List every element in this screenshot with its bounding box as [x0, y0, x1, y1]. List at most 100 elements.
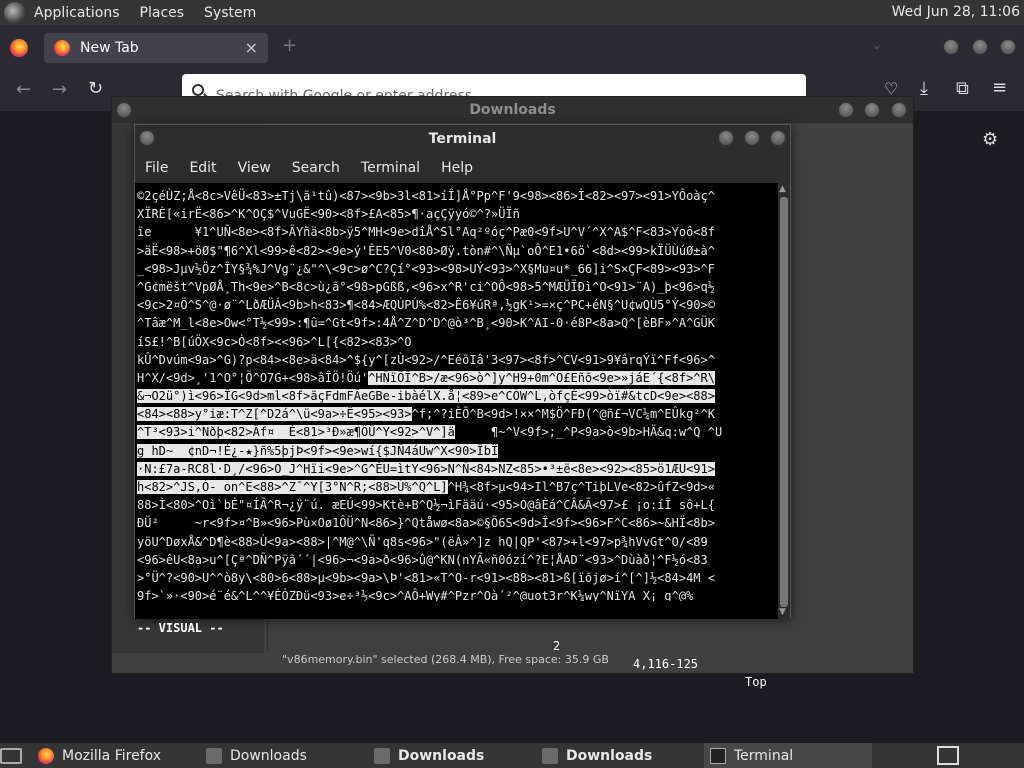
extensions-icon[interactable]: ⧉: [956, 78, 969, 99]
close-window-button[interactable]: [1000, 39, 1016, 55]
terminal-line: <9c>2¤Ö^S^@·ø¨^LðÆÜÁ<9b>h<83>¶<84>ÆQÙPÚ%…: [137, 296, 778, 314]
back-icon[interactable]: ←: [16, 79, 31, 100]
places-menu[interactable]: Places: [140, 5, 185, 21]
terminal-text: ¶~^V<9f>;_^P<9a>ò<9b>HÄ&q:w^Q ^U: [454, 425, 723, 440]
reload-icon[interactable]: ↻: [88, 78, 103, 99]
scroll-up-icon[interactable]: ▲: [779, 184, 786, 194]
workspace-switcher-icon[interactable]: [937, 746, 959, 765]
system-menu[interactable]: System: [204, 5, 256, 21]
taskbar-label: Downloads: [566, 747, 653, 764]
folder-icon: [542, 747, 558, 764]
terminal-window-menu-button[interactable]: [139, 130, 155, 146]
terminal-text: ÐÜ² ~r<9f>¤^B»<96>Pù×Oø1ÔÜ^N<86>}^Qtåwø<…: [137, 516, 715, 531]
downloads-icon[interactable]: ⤓: [920, 78, 928, 99]
clock[interactable]: Wed Jun 28, 11:06: [892, 4, 1020, 20]
scroll-down-icon[interactable]: ▼: [779, 607, 786, 617]
terminal-line: kÛ^Dvúm<9a>^G)?p<84><8e>ä<84>^${y^[zÙ<92…: [137, 351, 778, 369]
terminal-text: ^H¾<8f>µ<94>Il^B7ç^TiþLVe<82>ûfZ<9d>«: [447, 480, 715, 494]
terminal-line: <96>êU<8a>u^[Çª^DÑ^Pÿã´´|<96>¬<9a>ð<96>û…: [137, 551, 778, 569]
list-tabs-icon[interactable]: ⌄: [871, 37, 883, 53]
menu-search[interactable]: Search: [292, 160, 340, 176]
visual-selection: ·N:£7a-RC8l·D¸/<96>O_J^Hïi<9e>^G^ÉU=ìtY<…: [137, 461, 715, 476]
downloads-close-button[interactable]: [891, 102, 907, 118]
taskbar-item-downloads-2[interactable]: Downloads: [368, 743, 532, 768]
terminal-line: ïe ¥1^UÑ<8e><8f>ÄYñä<8b>ÿ5^MH<9e>dîÅ^Sl°…: [137, 223, 778, 241]
app-menu-icon[interactable]: ≡: [992, 77, 1007, 98]
vim-scroll-percent: Top: [745, 675, 767, 689]
search-icon: [192, 84, 204, 96]
folder-icon: [374, 747, 390, 764]
terminal-line: &¬O2ü°)ì<96>ÎG<9d>ml<8f>ãçFdmFÃeGBe-ibàé…: [137, 387, 778, 405]
terminal-line: íS£!^B[úÖX<9c>Ò<8f><<96>^L[{<82><83>^O: [137, 333, 778, 351]
terminal-text: >äË<98>+öØ$"¶6^Xl<99>ê<82><9e>ý'ÊE5^V0<8…: [137, 243, 715, 258]
terminal-screen[interactable]: ©2çéÙZ;Å<8c>VêÜ<83>±Tj\ã¹tû)<87><9b>3l<8…: [135, 183, 778, 619]
terminal-line: h<82>^JS,Ó- on^E<88>^Z¯^Y[3°N^R;<88>Ù%^Q…: [137, 478, 778, 496]
downloads-maximize-button[interactable]: [864, 102, 880, 118]
top-panel: Applications Places System Wed Jun 28, 1…: [0, 0, 1024, 25]
maximize-button[interactable]: [972, 39, 988, 55]
firefox-tab-bar: New Tab × + ⌄: [0, 25, 1024, 69]
tab-new-tab[interactable]: New Tab ×: [44, 33, 268, 63]
visual-selection: <84><88>y°iæ:T^Z[^D2á^\ü<9a>÷Ë<95><93>: [137, 407, 412, 422]
vim-selection-count: 2: [553, 639, 561, 653]
taskbar-label: Downloads: [398, 747, 485, 764]
show-desktop-icon[interactable]: [0, 748, 22, 764]
terminal-line: H^X/<9d>¸'1^O°¦Õ^O7G+<98>âÎÖ!Öú'^HÑïÕÎ^B…: [137, 369, 778, 387]
terminal-line: g hD~ ¢nD¬!È¿-★}ñ%5þjÞ<9f><9e>wí{$JÑ4áUw…: [137, 442, 778, 460]
forward-icon[interactable]: →: [52, 79, 67, 100]
taskbar-item-firefox[interactable]: Mozilla Firefox: [32, 743, 196, 768]
terminal-minimize-button[interactable]: [718, 130, 734, 146]
taskbar-item-downloads-3[interactable]: Downloads: [536, 743, 700, 768]
terminal-window: Terminal File Edit View Search Terminal …: [134, 124, 791, 689]
minimize-button[interactable]: [943, 39, 959, 55]
visual-selection: ^HÑïÕÎ^B>/æ<96>ò^]y^H9+0m^O£Eñõ<9e>»jáE´…: [368, 370, 715, 385]
taskbar-item-terminal[interactable]: Terminal: [704, 743, 872, 768]
terminal-icon: [710, 747, 726, 764]
scrollbar-thumb[interactable]: [780, 197, 788, 607]
terminal-close-button[interactable]: [770, 130, 786, 146]
tab-title: New Tab: [80, 40, 139, 56]
folder-icon: [206, 747, 222, 764]
settings-gear-icon[interactable]: ⚙: [982, 129, 998, 150]
terminal-text: ^G¢mëšt^VpØÅ¸Th<9e>^B<8c>ù¿ã°<98>pGßß,<9…: [137, 279, 715, 294]
visual-selection: h<82>^JS,Ó- on^E<88>^Z¯^Y[3°N^R;<88>Ù%^Q…: [137, 480, 448, 494]
menu-help[interactable]: Help: [441, 160, 473, 176]
terminal-text: _<98>Jµv½Öz^ÎY§¾%J^Vg¨¿&"^\<9c>ø^C?Çí°<9…: [137, 261, 715, 276]
terminal-line: ^T³<93>i^Nðþ<82>Äf¤ É<81>³Ð»æ¶ÖÜ^Y<92>^V…: [137, 423, 778, 441]
menu-terminal[interactable]: Terminal: [361, 160, 420, 176]
taskbar-item-downloads-1[interactable]: Downloads: [200, 743, 364, 768]
taskbar-label: Mozilla Firefox: [62, 747, 162, 764]
menu-file[interactable]: File: [145, 160, 168, 176]
terminal-line: <84><88>y°iæ:T^Z[^D2á^\ü<9a>÷Ë<95><93>^f…: [137, 405, 778, 423]
menu-view[interactable]: View: [238, 160, 271, 176]
terminal-text: <9c>2¤Ö^S^@·ø¨^LðÆÜÁ<9b>h<83>¶<84>ÆQÙPÚ%…: [137, 298, 715, 313]
visual-selection: &¬O2ü°)ì<96>ÎG<9d>ml<8f>ãçFdmFÃeGBe-ibàé…: [137, 389, 715, 404]
terminal-scrollbar[interactable]: ▲ ▼: [778, 183, 790, 619]
vim-cursor-position: 4,116-125: [633, 657, 699, 671]
firefox-view-icon[interactable]: [10, 39, 28, 57]
downloads-menu-button[interactable]: [116, 102, 132, 118]
applications-menu[interactable]: Applications: [34, 5, 120, 21]
terminal-text: ©2çéÙZ;Å<8c>VêÜ<83>±Tj\ã¹tû)<87><9b>3l<8…: [137, 189, 715, 203]
terminal-text: íS£!^B[úÖX<9c>Ò<8f><<96>^L[{<82><83>^O: [137, 334, 412, 349]
terminal-maximize-button[interactable]: [744, 130, 760, 146]
terminal-text: ïe ¥1^UÑ<8e><8f>ÄYñä<8b>ÿ5^MH<9e>dîÅ^Sl°…: [137, 225, 715, 240]
terminal-text: >°Ü^?<90>U^^ò8y\<80>6<88>µ<9b><9a>\Þ'<81…: [137, 570, 715, 585]
terminal-line: >°Ü^?<90>U^^ò8y\<80>6<88>µ<9b><9a>\Þ'<81…: [137, 569, 778, 587]
terminal-line: ÐÜ² ~r<9f>¤^B»<96>Pù×Oø1ÔÜ^N<86>}^Qtåwø<…: [137, 514, 778, 532]
new-tab-button[interactable]: +: [282, 35, 297, 56]
menu-edit[interactable]: Edit: [189, 160, 216, 176]
downloads-title: Downloads: [112, 97, 913, 123]
close-tab-icon[interactable]: ×: [245, 38, 258, 57]
terminal-line: ©2çéÙZ;Å<8c>VêÜ<83>±Tj\ã¹tû)<87><9b>3l<8…: [137, 187, 778, 205]
terminal-line: ^G¢mëšt^VpØÅ¸Th<9e>^B<8c>ù¿ã°<98>pGßß,<9…: [137, 278, 778, 296]
terminal-text: XÏRÈ[«irË<86>^K^OÇ$^VuGË<90><8f>£A<85>¶·…: [137, 207, 520, 222]
terminal-text: ^Tâæ^M_l<8e>Ow<°T½<99>:¶û=^Gt<9f>:4Å^Z^D…: [137, 316, 715, 331]
terminal-text: yöU^DøxÅ&^D¶è<88>Ù<9a><88>|^M@^\Ñ'q8s<96…: [137, 534, 708, 549]
downloads-minimize-button[interactable]: [838, 102, 854, 118]
terminal-text: <96>êU<8a>u^[Çª^DÑ^Pÿã´´|<96>¬<9a>ð<96>û…: [137, 552, 708, 567]
distro-logo-icon[interactable]: [4, 1, 26, 24]
terminal-line: >äË<98>+öØ$"¶6^Xl<99>ê<82><9e>ý'ÊE5^V0<8…: [137, 242, 778, 260]
terminal-line: 88>Ì<80>^Oì`bÉ"¤ÍÃ^R¬¿ÿ¨ú. æEÚ<99>Ktè+B^…: [137, 496, 778, 514]
terminal-line: ·N:£7a-RC8l·D¸/<96>O_J^Hïi<9e>^G^ÉU=ìtY<…: [137, 460, 778, 478]
